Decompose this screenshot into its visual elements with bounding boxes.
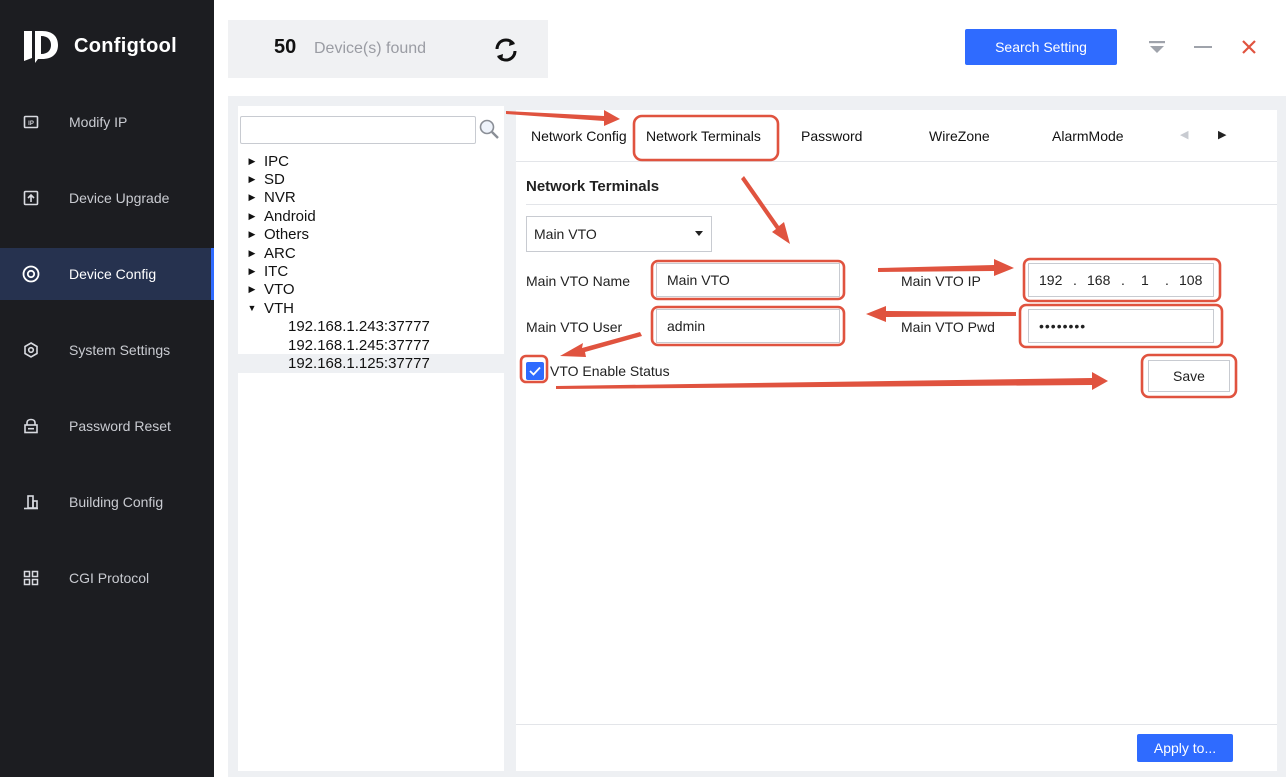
device-count-label: Device(s) found	[314, 40, 427, 57]
sidebar-item-system-settings[interactable]: System Settings	[0, 324, 214, 376]
main-vto-ip-input[interactable]: 192 . 168 . 1 . 108	[1028, 263, 1214, 297]
tree-device-item[interactable]: 192.168.1.243:37777	[238, 318, 504, 336]
sidebar: Configtool IP Modify IP Device Upgrade D…	[0, 0, 214, 777]
sidebar-item-building-config[interactable]: Building Config	[0, 476, 214, 528]
app-title: Configtool	[74, 34, 177, 57]
tab-password[interactable]: Password	[801, 128, 862, 144]
chevron-down-icon	[695, 231, 703, 236]
upload-icon	[22, 189, 40, 207]
sidebar-item-label: Device Config	[69, 266, 157, 282]
tab-scroll-left-icon[interactable]: ◀	[1180, 128, 1188, 141]
dropdown-menu-icon[interactable]	[1146, 36, 1168, 58]
lock-icon	[22, 417, 40, 435]
tree-device-item[interactable]: 192.168.1.245:37777	[238, 336, 504, 354]
sidebar-item-device-upgrade[interactable]: Device Upgrade	[0, 172, 214, 224]
search-setting-button[interactable]: Search Setting	[965, 29, 1117, 65]
minimize-icon[interactable]	[1192, 36, 1214, 58]
caret-right-icon[interactable]: ▶	[238, 192, 264, 203]
tree-node-vto[interactable]: ▶ VTO	[238, 281, 504, 299]
tab-network-terminals[interactable]: Network Terminals	[646, 128, 761, 144]
svg-text:IP: IP	[28, 121, 34, 127]
tree-node-android[interactable]: ▶ Android	[238, 207, 504, 225]
tree-node-vth[interactable]: ▼ VTH	[238, 299, 504, 317]
sidebar-item-cgi-protocol[interactable]: CGI Protocol	[0, 552, 214, 604]
refresh-icon[interactable]	[492, 36, 520, 64]
close-icon[interactable]	[1238, 36, 1260, 58]
gear-hex-icon	[22, 341, 40, 359]
sidebar-item-label: Building Config	[69, 494, 164, 510]
caret-right-icon[interactable]: ▶	[238, 248, 264, 259]
main-vto-user-input[interactable]: admin	[656, 309, 840, 343]
main-vto-pwd-input[interactable]: ••••••••	[1028, 309, 1214, 343]
sidebar-item-label: CGI Protocol	[69, 570, 150, 586]
main-vto-user-label: Main VTO User	[526, 319, 623, 335]
caret-down-icon[interactable]: ▼	[238, 303, 264, 313]
caret-right-icon[interactable]: ▶	[238, 211, 264, 222]
tree-node-ipc[interactable]: ▶ IPC	[238, 152, 504, 170]
apply-to-button[interactable]: Apply to...	[1137, 734, 1233, 762]
caret-right-icon[interactable]: ▶	[238, 229, 264, 240]
tree-node-itc[interactable]: ▶ ITC	[238, 262, 504, 280]
main-vto-pwd-label: Main VTO Pwd	[901, 319, 995, 335]
main-vto-ip-label: Main VTO IP	[901, 273, 981, 289]
tab-wirezone[interactable]: WireZone	[929, 128, 990, 144]
logo-mark-icon	[22, 28, 60, 64]
vto-enable-label: VTO Enable Status	[550, 363, 670, 379]
section-divider	[526, 204, 1277, 205]
caret-right-icon[interactable]: ▶	[238, 284, 264, 295]
checkmark-icon	[529, 366, 541, 376]
ip-icon: IP	[22, 113, 40, 131]
tree-search-input[interactable]	[240, 116, 476, 144]
tree-device-item-selected[interactable]: 192.168.1.125:37777	[238, 354, 504, 373]
tree-node-nvr[interactable]: ▶ NVR	[238, 189, 504, 207]
save-button[interactable]: Save	[1148, 360, 1230, 392]
footer-divider	[516, 724, 1277, 725]
device-tree-panel: ▶ IPC ▶ SD ▶ NVR ▶ Android ▶ Others ▶ ARC ▶ ITC…	[238, 106, 504, 771]
search-icon[interactable]	[478, 118, 500, 140]
tab-bar: Network Config Network Terminals Passwor…	[516, 110, 1277, 162]
tree-node-sd[interactable]: ▶ SD	[238, 170, 504, 188]
vto-type-select[interactable]: Main VTO	[526, 216, 712, 252]
tree-node-others[interactable]: ▶ Others	[238, 226, 504, 244]
sidebar-item-label: Device Upgrade	[69, 190, 170, 206]
device-tree: ▶ IPC ▶ SD ▶ NVR ▶ Android ▶ Others ▶ ARC ▶ ITC…	[238, 152, 504, 373]
grid-icon	[22, 569, 40, 587]
tab-scroll-right-icon[interactable]: ▶	[1218, 128, 1226, 141]
tree-node-arc[interactable]: ▶ ARC	[238, 244, 504, 262]
sidebar-item-modify-ip[interactable]: IP Modify IP	[0, 96, 214, 148]
main-vto-name-input[interactable]: Main VTO	[656, 263, 840, 297]
caret-right-icon[interactable]: ▶	[238, 174, 264, 185]
tab-network-config[interactable]: Network Config	[531, 128, 627, 144]
sidebar-item-device-config[interactable]: Device Config	[0, 248, 214, 300]
sidebar-item-password-reset[interactable]: Password Reset	[0, 400, 214, 452]
sidebar-item-label: Password Reset	[69, 418, 171, 434]
building-icon	[22, 493, 40, 511]
caret-right-icon[interactable]: ▶	[238, 266, 264, 277]
app-logo: Configtool	[22, 28, 177, 64]
device-count-panel: 50 Device(s) found	[228, 20, 548, 78]
tab-alarmmode[interactable]: AlarmMode	[1052, 128, 1124, 144]
sidebar-item-label: Modify IP	[69, 114, 128, 130]
sidebar-item-label: System Settings	[69, 342, 171, 358]
section-title: Network Terminals	[526, 178, 660, 195]
caret-right-icon[interactable]: ▶	[238, 156, 264, 167]
target-icon	[22, 265, 40, 283]
vto-enable-checkbox[interactable]	[526, 362, 544, 380]
main-vto-name-label: Main VTO Name	[526, 273, 630, 289]
top-bar: 50 Device(s) found Search Setting	[214, 0, 1286, 96]
config-panel: Network Config Network Terminals Passwor…	[516, 110, 1277, 771]
device-count: 50	[274, 36, 297, 58]
